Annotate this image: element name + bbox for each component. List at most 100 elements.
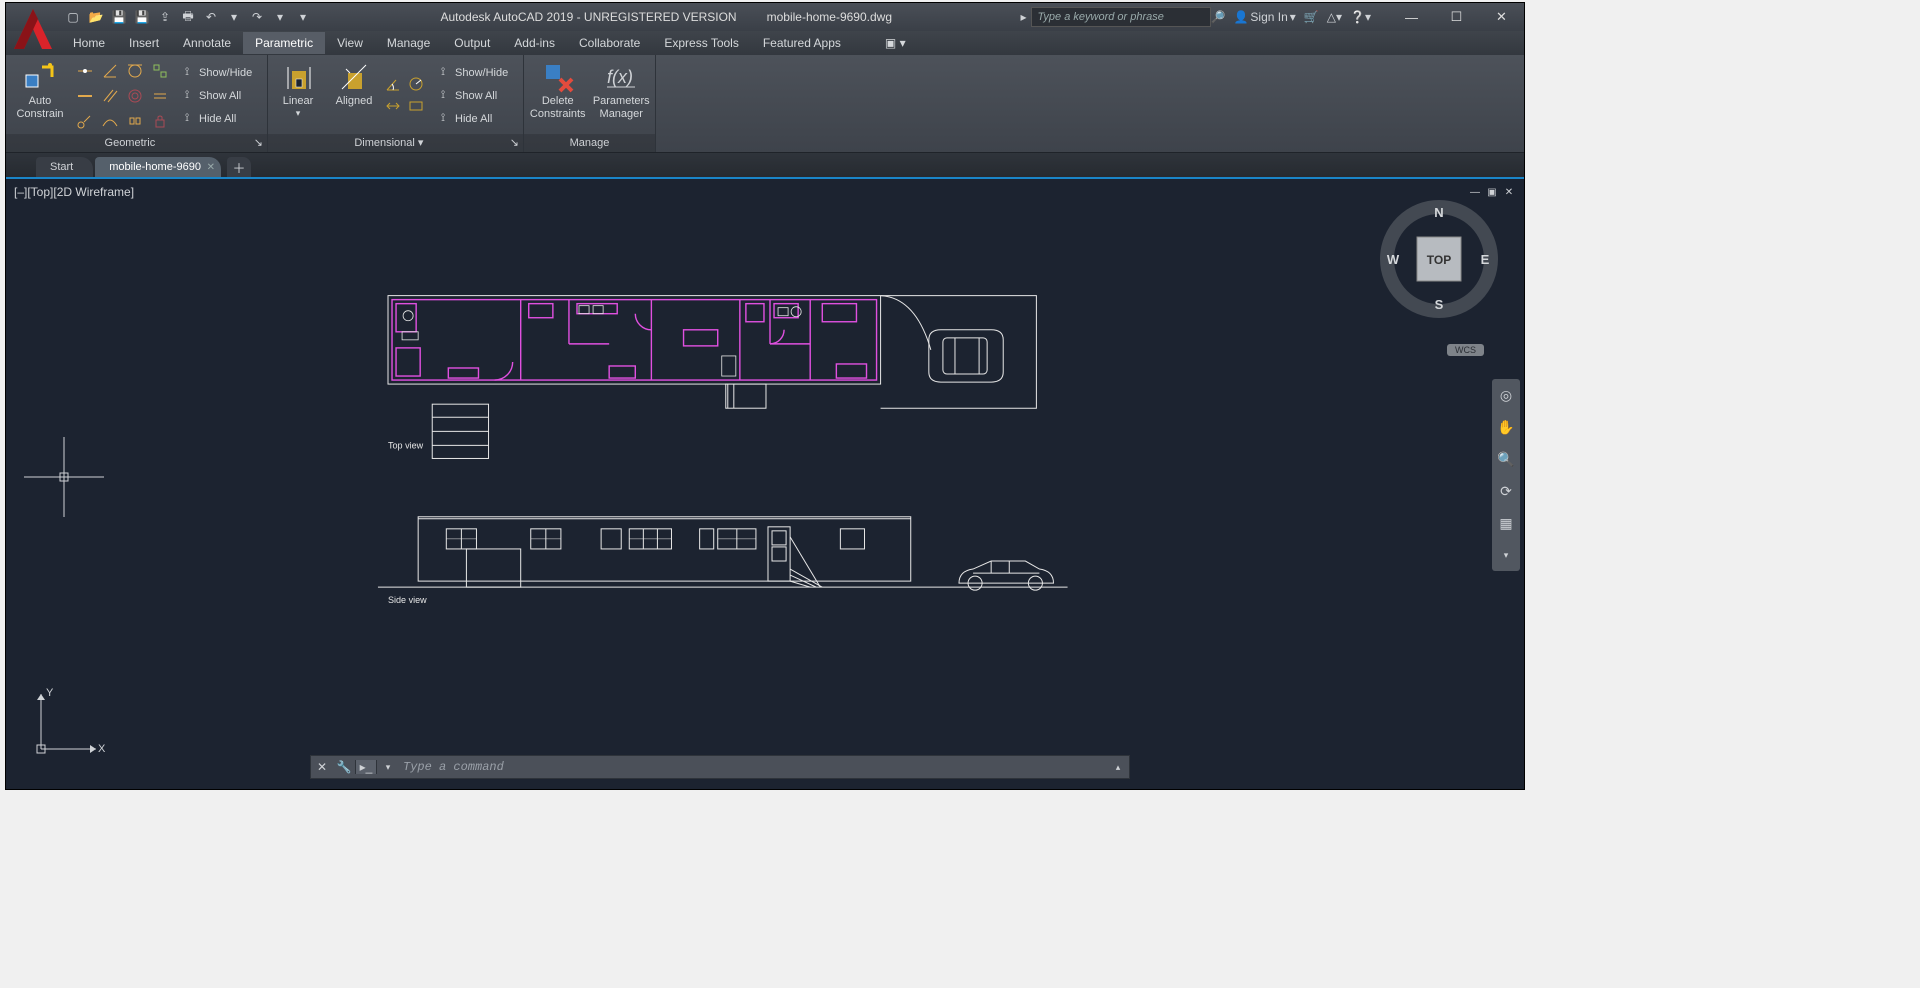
tab-home[interactable]: Home — [61, 32, 117, 54]
horizontal-icon[interactable] — [74, 85, 96, 107]
dim-hideall-button[interactable]: ⟟Hide All — [431, 108, 512, 130]
binoculars-icon[interactable]: 🔎 — [1211, 10, 1226, 24]
viewcube-w[interactable]: W — [1387, 252, 1400, 267]
nav-orbit-icon[interactable]: ⟳ — [1496, 481, 1516, 501]
viewcube[interactable]: N E S W TOP — [1379, 199, 1499, 324]
qat-redo-dd-icon[interactable]: ▾ — [271, 8, 289, 26]
viewcube-face[interactable]: TOP — [1427, 253, 1451, 267]
parallel-icon[interactable] — [99, 85, 121, 107]
app-menu-button[interactable] — [8, 3, 58, 53]
tab-featured[interactable]: Featured Apps — [751, 32, 853, 54]
nav-showmotion-icon[interactable]: ▦ — [1496, 513, 1516, 533]
tab-output[interactable]: Output — [442, 32, 502, 54]
concentric-icon[interactable] — [124, 85, 146, 107]
wcs-badge[interactable]: WCS — [1447, 344, 1484, 356]
a360-icon[interactable]: △▾ — [1327, 10, 1342, 24]
close-button[interactable]: ✕ — [1479, 3, 1524, 31]
dim-showhide-button[interactable]: ⟟Show/Hide — [431, 62, 512, 84]
dim-angular-icon[interactable] — [384, 75, 404, 95]
tab-manage[interactable]: Manage — [375, 32, 442, 54]
geom-hideall-button[interactable]: ⟟Hide All — [175, 108, 256, 130]
exchange-icon[interactable]: 🛒 — [1304, 10, 1319, 24]
cmd-history-icon[interactable]: ▴ — [1107, 762, 1129, 773]
autoconstrain-button[interactable]: Auto Constrain — [10, 59, 70, 133]
qat-save-icon[interactable]: 💾 — [110, 8, 128, 26]
panel-launcher-geometric[interactable]: ↘ — [254, 134, 263, 152]
tab-parametric[interactable]: Parametric — [243, 32, 325, 54]
vertical-icon[interactable] — [74, 110, 96, 132]
dim-showall-button[interactable]: ⟟Show All — [431, 85, 512, 107]
fix-icon[interactable] — [149, 110, 171, 132]
dim-radius-icon[interactable] — [407, 75, 427, 95]
panel-launcher-dimensional[interactable]: ↘ — [510, 134, 519, 152]
tab-addins[interactable]: Add-ins — [502, 32, 567, 54]
qat-redo-icon[interactable]: ↷ — [248, 8, 266, 26]
qat-open-icon[interactable]: 📂 — [87, 8, 105, 26]
command-line: ✕ 🔧 ▸_ ▾ Type a command ▴ — [310, 755, 1130, 779]
symmetric-icon[interactable] — [124, 110, 146, 132]
viewport-controls[interactable]: [–][Top][2D Wireframe] — [14, 185, 134, 199]
tab-express[interactable]: Express Tools — [652, 32, 750, 54]
qat-undo-icon[interactable]: ↶ — [202, 8, 220, 26]
nav-zoom-icon[interactable]: 🔍 — [1496, 449, 1516, 469]
aligned-button[interactable]: Aligned — [328, 59, 380, 133]
smooth-icon[interactable] — [99, 110, 121, 132]
command-input[interactable]: Type a command — [399, 760, 1107, 774]
signin-button[interactable]: 👤 Sign In ▾ — [1233, 10, 1295, 24]
nav-pan-icon[interactable]: ✋ — [1496, 417, 1516, 437]
nav-expand-icon[interactable]: ▾ — [1496, 545, 1516, 565]
equal-icon[interactable] — [149, 85, 171, 107]
file-title-text: mobile-home-9690.dwg — [767, 10, 892, 24]
qat-plot-icon[interactable]: 🖶 — [179, 8, 197, 26]
linear-button[interactable]: Linear▾ — [272, 59, 324, 133]
qat-customize-icon[interactable]: ▾ — [294, 8, 312, 26]
tab-view[interactable]: View — [325, 32, 375, 54]
viewcube-s[interactable]: S — [1435, 297, 1444, 312]
new-tab-button[interactable]: ＋ — [227, 157, 251, 177]
tab-insert[interactable]: Insert — [117, 32, 171, 54]
minimize-button[interactable]: ― — [1389, 3, 1434, 31]
parameters-manager-button[interactable]: f(x) Parameters Manager — [592, 59, 652, 133]
qat-new-icon[interactable]: ▢ — [64, 8, 82, 26]
crosshair-cursor — [24, 437, 104, 522]
start-tab[interactable]: Start — [36, 157, 93, 177]
perpendicular-icon[interactable] — [99, 60, 121, 82]
vp-restore-icon[interactable]: ▣ — [1485, 185, 1499, 199]
viewcube-e[interactable]: E — [1481, 252, 1490, 267]
cmd-recent-icon[interactable]: ▾ — [377, 762, 399, 773]
qat-undo-dd-icon[interactable]: ▾ — [225, 8, 243, 26]
ribbon-min-icon[interactable]: ▣ ▾ — [873, 32, 918, 54]
dim-diameter-icon[interactable] — [384, 97, 404, 117]
geom-showall-button[interactable]: ⟟Show All — [175, 85, 256, 107]
dim-convert-icon[interactable] — [407, 97, 427, 117]
help-icon[interactable]: ❔▾ — [1350, 10, 1371, 24]
nav-wheel-icon[interactable]: ◎ — [1496, 385, 1516, 405]
close-tab-icon[interactable]: ✕ — [207, 162, 215, 173]
qat-saveas-icon[interactable]: 💾 — [133, 8, 151, 26]
maximize-button[interactable]: ☐ — [1434, 3, 1479, 31]
vp-min-icon[interactable]: ― — [1468, 185, 1482, 199]
cmd-customize-icon[interactable]: 🔧 — [333, 760, 355, 774]
qat-share-icon[interactable]: ⇪ — [156, 8, 174, 26]
dim-visibility: ⟟Show/Hide ⟟Show All ⟟Hide All — [431, 62, 512, 130]
infocenter-arrow-icon[interactable]: ▸ — [1020, 10, 1026, 24]
svg-text:f(x): f(x) — [607, 67, 633, 87]
tangent-icon[interactable] — [124, 60, 146, 82]
coincident-icon[interactable] — [74, 60, 96, 82]
drawing-canvas[interactable]: [–][Top][2D Wireframe] ― ▣ ✕ N E S W TOP… — [6, 179, 1524, 789]
geom-showhide-button[interactable]: ⟟Show/Hide — [175, 62, 256, 84]
search-input[interactable]: Type a keyword or phrase — [1031, 7, 1211, 27]
cmd-prompt-icon[interactable]: ▸_ — [355, 760, 377, 774]
viewcube-n[interactable]: N — [1434, 205, 1443, 220]
vp-max-icon[interactable]: ✕ — [1502, 185, 1516, 199]
delete-constraints-button[interactable]: Delete Constraints — [528, 59, 588, 133]
colinear-icon[interactable] — [149, 60, 171, 82]
tab-annotate[interactable]: Annotate — [171, 32, 243, 54]
tab-collaborate[interactable]: Collaborate — [567, 32, 652, 54]
cmd-close-icon[interactable]: ✕ — [311, 760, 333, 774]
ucs-icon[interactable]: X Y — [26, 684, 106, 769]
panel-dimensional: Linear▾ Aligned ⟟Sh — [268, 55, 524, 152]
svg-text:Y: Y — [46, 687, 54, 699]
document-tab[interactable]: mobile-home-9690✕ — [95, 157, 221, 177]
drawing-content: Top view — [6, 179, 1524, 789]
